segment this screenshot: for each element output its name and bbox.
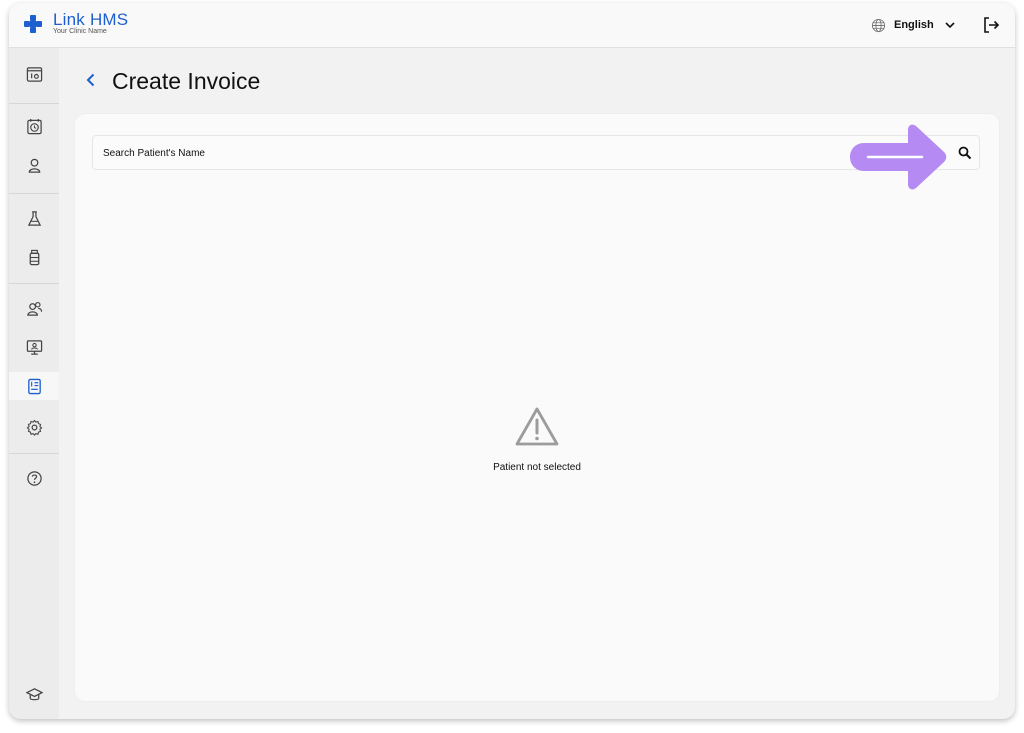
sidebar-divider <box>9 193 59 194</box>
users-icon <box>26 301 42 316</box>
sidebar <box>9 48 59 719</box>
bottle-icon <box>29 249 39 265</box>
sidebar-item-pharmacy[interactable] <box>9 243 59 271</box>
graduation-cap-icon <box>25 687 43 700</box>
brand-name: Link HMS <box>53 10 129 29</box>
sidebar-item-patients[interactable] <box>9 151 59 179</box>
sidebar-item-settings[interactable] <box>9 413 59 441</box>
sidebar-item-invoices[interactable] <box>9 372 59 400</box>
invoice-card: Patient not selected <box>75 114 999 701</box>
gear-icon <box>26 419 42 436</box>
sidebar-item-telemedicine[interactable] <box>9 333 59 361</box>
sidebar-divider <box>9 103 59 104</box>
user-icon <box>28 158 40 173</box>
empty-state-message: Patient not selected <box>493 462 581 473</box>
search-icon[interactable] <box>957 145 973 161</box>
top-bar: Link HMS Your Clinic Name English <box>9 3 1015 48</box>
flask-icon <box>27 210 41 226</box>
sidebar-item-staff[interactable] <box>9 294 59 322</box>
language-label: English <box>894 19 934 31</box>
highlight-arrow-icon <box>850 124 947 190</box>
sidebar-item-lab[interactable] <box>9 204 59 232</box>
sidebar-item-training[interactable] <box>9 680 59 708</box>
search-input[interactable] <box>101 136 925 171</box>
invoice-icon <box>27 378 41 394</box>
help-icon <box>26 470 42 486</box>
clinic-name: Your Clinic Name <box>53 28 107 35</box>
monitor-icon <box>26 339 42 355</box>
sidebar-item-dashboard[interactable] <box>9 60 59 88</box>
chevron-down-icon <box>945 22 955 29</box>
app-window: Link HMS Your Clinic Name English Create… <box>9 3 1015 719</box>
language-selector[interactable]: English <box>871 15 956 35</box>
dashboard-icon <box>26 66 42 82</box>
logout-icon[interactable] <box>982 16 1000 34</box>
sidebar-item-appointments[interactable] <box>9 112 59 140</box>
sidebar-divider <box>9 283 59 284</box>
clock-icon <box>26 118 42 134</box>
page-title: Create Invoice <box>112 68 261 94</box>
sidebar-divider <box>9 453 59 454</box>
chevron-left-icon[interactable] <box>82 71 100 89</box>
globe-icon <box>871 18 886 32</box>
warning-icon <box>515 407 559 446</box>
logo-cross-icon <box>24 15 42 33</box>
sidebar-item-help[interactable] <box>9 464 59 492</box>
